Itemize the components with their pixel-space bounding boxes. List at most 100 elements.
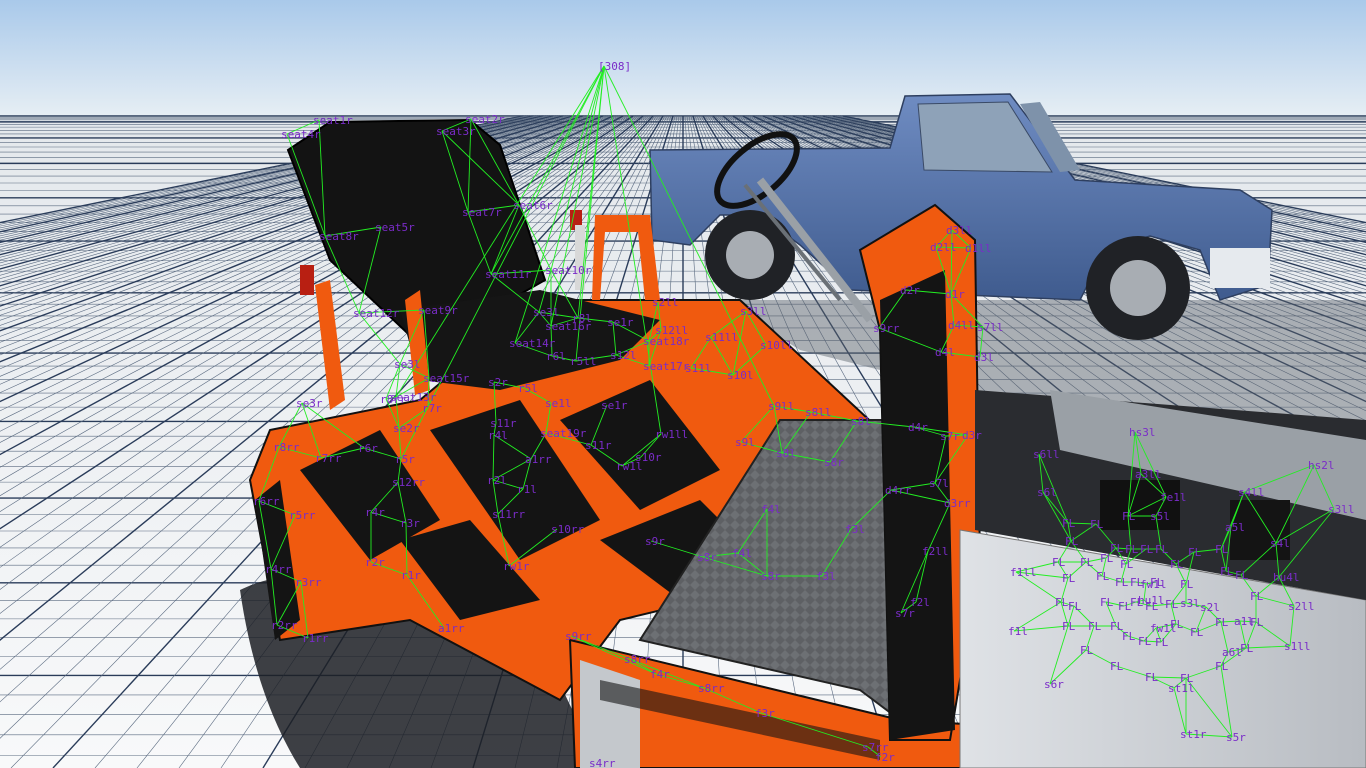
node-label: s7ll (977, 321, 1004, 334)
node-label: se1r (607, 316, 634, 329)
node-label: d2r (900, 284, 920, 297)
node-label: f3l (845, 523, 865, 536)
node-label: st1r (1180, 728, 1207, 741)
node-label: s9r (645, 535, 665, 548)
node-label: s7r (940, 430, 960, 443)
node-label: rw1ll (655, 428, 688, 441)
node-label: FL (1125, 543, 1139, 556)
node-label: r5ll (570, 355, 597, 368)
node-label: seat8r (319, 230, 359, 243)
node-label: d3r (962, 429, 982, 442)
node-label: FL (1215, 616, 1229, 629)
simulation-viewport[interactable]: [308]seat1r seat2rseat4r seat3rseat6rseat7… (0, 0, 1366, 768)
node-label: FL (1052, 556, 1066, 569)
node-label: r4r (365, 506, 385, 519)
node-label: FL (1188, 546, 1202, 559)
node-label: a1rr (525, 453, 552, 466)
node-label: r6rr (253, 495, 280, 508)
node-label: seat16r (545, 320, 592, 333)
node-label: a6l (1222, 646, 1242, 659)
node-label: rw1l (616, 460, 643, 473)
node-label: s7r (895, 607, 915, 620)
node-label: se1l (545, 397, 572, 410)
node-label: FL (1115, 576, 1129, 589)
node-label: r4rr (265, 563, 292, 576)
node-label: FL (1145, 600, 1159, 613)
node-label: FL (1170, 558, 1184, 571)
node-label: s4ll (1238, 486, 1265, 499)
node-label: s9rr (873, 322, 900, 335)
node-label: r3rr (295, 576, 322, 589)
node-label: a1rr (438, 622, 465, 635)
node-label: r6l (546, 350, 566, 363)
node-label: FL (1130, 576, 1144, 589)
node-label: s11r (585, 439, 612, 452)
node-label: a5l (1225, 521, 1245, 534)
node-label: seat4r (281, 128, 321, 141)
node-label: FL (1090, 518, 1104, 531)
node-label: d3rr (944, 497, 971, 510)
node-label: se1r (601, 399, 628, 412)
node-label: FL (1110, 660, 1124, 673)
node-label: FL (1250, 590, 1264, 603)
node-label: FL (1068, 600, 1082, 613)
node-label: d4r (908, 421, 928, 434)
node-label: d1r (945, 288, 965, 301)
node-label: f1ll (1010, 566, 1037, 579)
node-label: FL (1145, 671, 1159, 684)
node-label: s3ll (1328, 503, 1355, 516)
node-label: seat17r (643, 360, 690, 373)
node-label: s9rr (565, 630, 592, 643)
node-label: s8rr (698, 682, 725, 695)
node-label: FL (1165, 598, 1179, 611)
node-label: hu4l (1273, 571, 1300, 584)
node-label: seat10r (545, 264, 592, 277)
node-label: r5l (518, 382, 538, 395)
node-label: s11ll (705, 331, 738, 344)
node-label: seat14r (509, 337, 556, 350)
node-label: se3l (533, 306, 560, 319)
node-label: FL (1100, 596, 1114, 609)
node-label: r2l (487, 474, 507, 487)
node-label: s6l (1037, 486, 1057, 499)
node-label: se3r (296, 397, 323, 410)
node-label: s8rr (624, 653, 651, 666)
node-label: seat9r (418, 304, 458, 317)
node-label: FL (1138, 635, 1152, 648)
node-label: seat6r (513, 199, 553, 212)
node-label: s10ll (760, 339, 793, 352)
node-label: FL (1122, 510, 1136, 523)
node-label: FL (1062, 620, 1076, 633)
node-label: d3ll (946, 224, 973, 237)
node-label: s8ll (805, 406, 832, 419)
node-label: FL (1100, 552, 1114, 565)
node-label: d4l (935, 346, 955, 359)
node-label: FL (1215, 543, 1229, 556)
node-label: s1ll (1284, 640, 1311, 653)
node-label: FL (1080, 556, 1094, 569)
node-label: f3r (755, 707, 775, 720)
node-label: FL (1062, 572, 1076, 585)
node-label: FL (1096, 570, 1110, 583)
node-label: s11rr (492, 508, 525, 521)
node-label: s12l (610, 349, 637, 362)
node-label: s12rr (392, 476, 425, 489)
node-label: s8r (824, 456, 844, 469)
node-label: s9ll (768, 400, 795, 413)
node-label: s2l (1200, 601, 1220, 614)
node-label: f4l (761, 503, 781, 516)
node-label: FL (1250, 616, 1264, 629)
node-label: FL (1140, 543, 1154, 556)
node-label: s8r (697, 551, 717, 564)
node-label: d2ll (930, 241, 957, 254)
sky (0, 0, 1366, 116)
node-label: r7rr (315, 452, 342, 465)
node-label: FL (1215, 660, 1229, 673)
node-label: FL (1062, 517, 1076, 530)
node-label: FL (1240, 642, 1254, 655)
node-label: FL (1080, 644, 1094, 657)
node-label: r1r (401, 569, 421, 582)
node-label: d4ll (948, 319, 975, 332)
node-label: FL (1235, 569, 1249, 582)
node-label: FL (1088, 620, 1102, 633)
